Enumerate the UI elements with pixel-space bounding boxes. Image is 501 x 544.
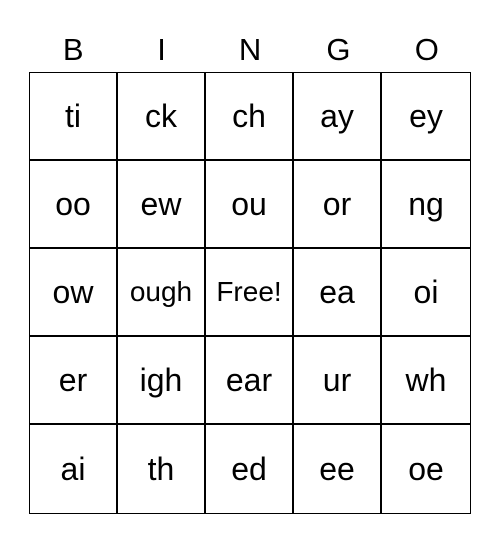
bingo-cell[interactable]: or xyxy=(294,161,382,249)
bingo-cell[interactable]: ai xyxy=(30,425,118,513)
header-letter-n: N xyxy=(238,32,262,67)
bingo-header: B I N G O xyxy=(29,30,471,70)
header-letter-g: G xyxy=(326,32,351,67)
bingo-cell[interactable]: ee xyxy=(294,425,382,513)
bingo-cell[interactable]: ti xyxy=(30,73,118,161)
header-letter-o: O xyxy=(414,32,439,67)
bingo-cell[interactable]: ey xyxy=(382,73,470,161)
bingo-cell[interactable]: ch xyxy=(206,73,294,161)
bingo-cell[interactable]: ck xyxy=(118,73,206,161)
bingo-cell[interactable]: wh xyxy=(382,337,470,425)
bingo-cell[interactable]: ough xyxy=(118,249,206,337)
bingo-cell[interactable]: ay xyxy=(294,73,382,161)
bingo-grid: ti ck ch ay ey oo ew ou or ng ow ough Fr… xyxy=(29,72,471,514)
bingo-cell[interactable]: ear xyxy=(206,337,294,425)
bingo-cell[interactable]: er xyxy=(30,337,118,425)
bingo-cell[interactable]: ur xyxy=(294,337,382,425)
bingo-cell[interactable]: ou xyxy=(206,161,294,249)
bingo-cell[interactable]: oi xyxy=(382,249,470,337)
bingo-cell[interactable]: oe xyxy=(382,425,470,513)
bingo-cell[interactable]: th xyxy=(118,425,206,513)
bingo-cell[interactable]: ow xyxy=(30,249,118,337)
free-space-cell[interactable]: Free! xyxy=(206,249,294,337)
bingo-cell[interactable]: oo xyxy=(30,161,118,249)
bingo-cell[interactable]: ng xyxy=(382,161,470,249)
bingo-cell[interactable]: ea xyxy=(294,249,382,337)
bingo-cell[interactable]: ew xyxy=(118,161,206,249)
bingo-cell[interactable]: ed xyxy=(206,425,294,513)
bingo-cell[interactable]: igh xyxy=(118,337,206,425)
header-letter-i: I xyxy=(157,32,166,67)
header-letter-b: B xyxy=(62,32,84,67)
